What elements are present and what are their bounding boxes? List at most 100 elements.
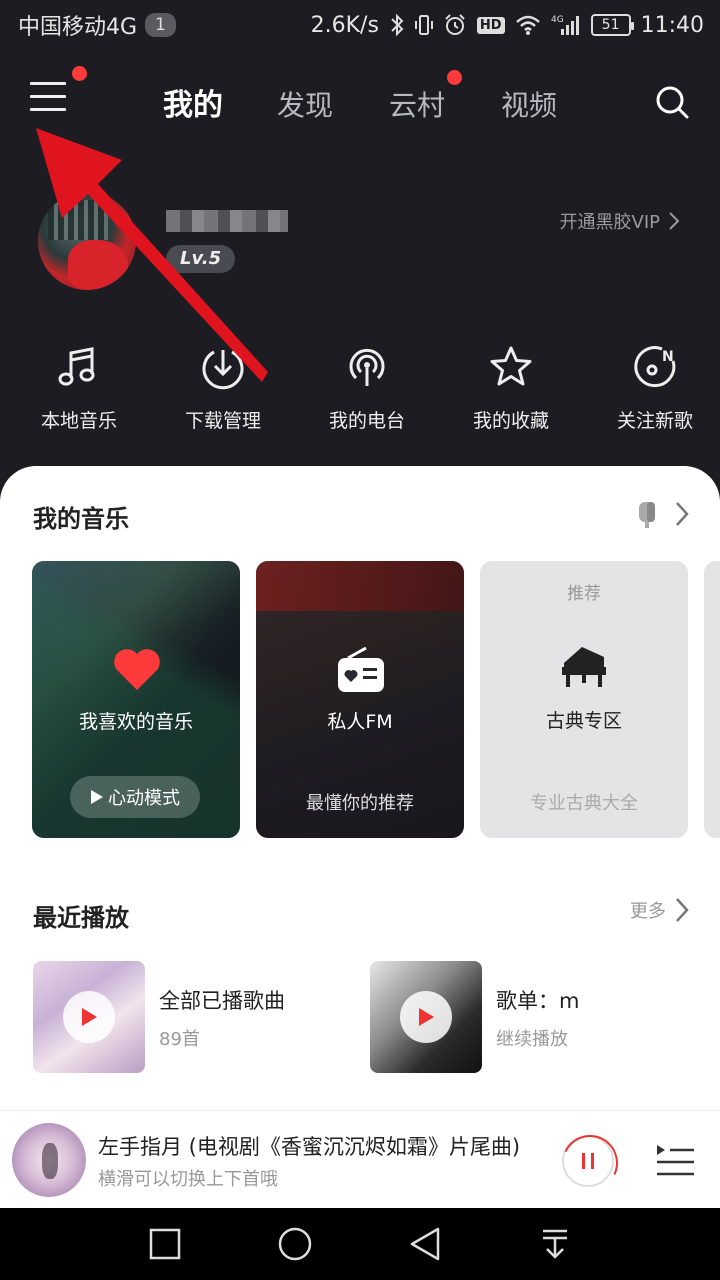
now-playing-title: 左手指月 (电视剧《香蜜沉沉烬如霜》片尾曲) xyxy=(98,1135,521,1159)
personal-fm-title: 私人FM xyxy=(327,711,393,733)
battery-indicator: 51 xyxy=(590,14,634,36)
back-button[interactable] xyxy=(403,1222,447,1266)
pulldown-icon xyxy=(543,1229,567,1259)
play-icon xyxy=(82,1008,97,1026)
tab-video[interactable]: 视频 xyxy=(501,84,557,124)
play-button[interactable] xyxy=(400,991,452,1043)
bluetooth-icon xyxy=(389,13,405,37)
hamburger-icon xyxy=(30,82,66,85)
status-bar: 中国移动4G 1 2.6K/s HD 4G 51 11:40 xyxy=(0,0,720,50)
play-button[interactable] xyxy=(63,991,115,1043)
recent-more-link[interactable]: 更多 xyxy=(630,896,690,924)
home-button[interactable] xyxy=(273,1222,317,1266)
sim-badge: 1 xyxy=(145,13,176,37)
tab-mine[interactable]: 我的 xyxy=(163,80,223,124)
quick-label: 下载管理 xyxy=(184,410,261,432)
top-nav: 我的 发现 云村 视频 xyxy=(0,60,720,140)
search-button[interactable] xyxy=(652,82,692,122)
recent-item[interactable]: 歌单：m 继续播放 xyxy=(370,961,690,1073)
pause-icon xyxy=(582,1153,594,1169)
music-note-icon xyxy=(54,342,104,392)
recent-item-subtitle: 继续播放 xyxy=(496,1029,568,1050)
circle-icon xyxy=(278,1227,312,1261)
tab-cloud-village[interactable]: 云村 xyxy=(389,84,445,124)
now-playing-cover[interactable] xyxy=(12,1123,86,1197)
classical-zone-card[interactable]: 推荐 古典专区 专业古典大全 xyxy=(480,561,688,838)
cloud-village-notification-dot xyxy=(447,70,462,85)
quick-item-favorites[interactable]: 我的收藏 xyxy=(446,342,576,442)
vip-link[interactable]: 开通黑胶VIP xyxy=(560,208,680,234)
content-sheet: 我的音乐 我喜欢的音乐 心动模式 私人FM 最懂你的推荐 推荐 古典专区 专业古… xyxy=(0,466,720,1110)
star-icon xyxy=(486,342,536,392)
heartbeat-mode-label: 心动模式 xyxy=(108,788,180,809)
recent-item[interactable]: 全部已播歌曲 89首 xyxy=(33,961,353,1073)
mini-player[interactable]: 左手指月 (电视剧《香蜜沉沉烬如霜》片尾曲) 横滑可以切换上下首哦 xyxy=(0,1110,720,1208)
status-right: 2.6K/s HD 4G 51 11:40 xyxy=(311,13,704,38)
play-icon xyxy=(419,1008,434,1026)
search-icon xyxy=(656,86,689,119)
menu-notification-dot xyxy=(72,66,87,81)
carrier-label: 中国移动4G xyxy=(18,15,138,40)
liked-music-card[interactable]: 我喜欢的音乐 心动模式 xyxy=(32,561,240,838)
next-card-peek[interactable] xyxy=(704,561,720,838)
podcast-icon xyxy=(342,342,392,392)
quick-label: 我的收藏 xyxy=(472,410,549,432)
recent-item-title: 全部已播歌曲 xyxy=(159,989,285,1013)
download-icon xyxy=(198,342,248,392)
personal-fm-card[interactable]: 私人FM 最懂你的推荐 xyxy=(256,561,464,838)
cellular-signal-icon: 4G xyxy=(551,13,581,37)
new-song-icon: N xyxy=(630,342,680,392)
vip-link-label: 开通黑胶VIP xyxy=(559,212,660,233)
recent-thumbnail xyxy=(370,961,482,1073)
quick-item-downloads[interactable]: 下载管理 xyxy=(158,342,288,442)
menu-button[interactable] xyxy=(30,82,70,118)
liked-music-title: 我喜欢的音乐 xyxy=(78,711,193,733)
playlist-icon xyxy=(657,1145,694,1176)
clock: 11:40 xyxy=(640,12,704,38)
avatar[interactable] xyxy=(38,192,136,290)
quick-actions: 本地音乐 下载管理 我的电台 我的收藏 N 关注新歌 xyxy=(0,342,720,442)
heartbeat-mode-button[interactable]: 心动模式 xyxy=(70,776,200,818)
vibrate-icon xyxy=(414,13,433,37)
recent-item-subtitle: 89首 xyxy=(159,1029,200,1050)
recent-item-title: 歌单：m xyxy=(496,989,580,1013)
playlist-button[interactable] xyxy=(654,1139,698,1183)
triangle-back-icon xyxy=(410,1227,440,1261)
wifi-icon xyxy=(515,14,541,36)
svg-text:N: N xyxy=(662,349,674,365)
username-redacted[interactable] xyxy=(166,210,288,232)
personal-fm-subtitle: 最懂你的推荐 xyxy=(306,793,414,814)
status-left: 中国移动4G 1 xyxy=(18,9,176,41)
recent-title: 最近播放 xyxy=(33,904,129,932)
quick-label: 关注新歌 xyxy=(616,410,693,432)
alarm-icon xyxy=(443,13,467,37)
network-speed: 2.6K/s xyxy=(310,12,379,38)
quick-item-local-music[interactable]: 本地音乐 xyxy=(14,342,144,442)
heart-icon xyxy=(114,649,160,690)
my-music-title: 我的音乐 xyxy=(33,505,129,533)
chevron-right-icon xyxy=(676,898,689,922)
classical-zone-subtitle: 专业古典大全 xyxy=(530,793,638,814)
pause-button[interactable] xyxy=(562,1135,614,1187)
notification-pulldown-button[interactable] xyxy=(533,1222,577,1266)
svg-text:4G: 4G xyxy=(551,15,564,25)
hd-badge: HD xyxy=(476,16,505,34)
system-nav-bar xyxy=(0,1208,720,1280)
quick-label: 我的电台 xyxy=(328,410,405,432)
tab-discover[interactable]: 发现 xyxy=(277,84,333,124)
radio-icon xyxy=(338,646,384,692)
classical-zone-title: 古典专区 xyxy=(545,710,622,732)
recents-button[interactable] xyxy=(143,1222,187,1266)
recent-more-label: 更多 xyxy=(630,901,666,922)
level-badge[interactable]: Lv.5 xyxy=(166,245,236,273)
now-playing-hint: 横滑可以切换上下首哦 xyxy=(98,1169,278,1190)
quick-label: 本地音乐 xyxy=(40,410,117,432)
chevron-right-icon xyxy=(669,212,680,230)
quick-item-my-radio[interactable]: 我的电台 xyxy=(302,342,432,442)
square-icon xyxy=(149,1228,181,1260)
quick-item-new-songs[interactable]: N 关注新歌 xyxy=(590,342,720,442)
popsicle-icon[interactable] xyxy=(636,500,658,530)
recent-thumbnail xyxy=(33,961,145,1073)
chevron-right-icon[interactable] xyxy=(674,500,690,528)
piano-icon xyxy=(562,647,606,687)
